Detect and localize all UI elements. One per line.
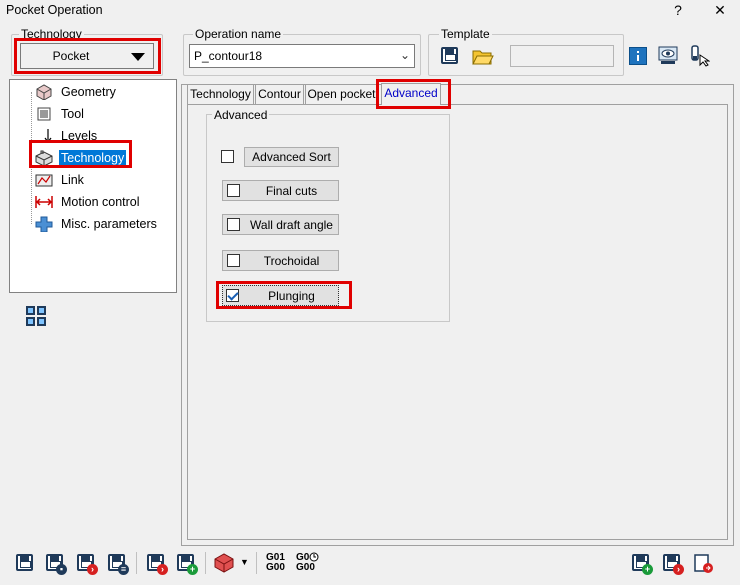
tree-item-motion-control[interactable]: Motion control: [34, 192, 142, 212]
title-bar: [0, 0, 740, 22]
technology-dropdown-value: Pocket: [52, 49, 90, 63]
wall-draft-angle-checkbox[interactable]: [227, 218, 240, 231]
advanced-sort-checkbox[interactable]: [221, 150, 234, 163]
advanced-sort-button[interactable]: Advanced Sort: [244, 147, 339, 167]
tree-item-label: Motion control: [61, 195, 140, 209]
window-title: Pocket Operation: [6, 3, 103, 17]
advanced-group-label: Advanced: [212, 108, 270, 122]
save-calculate-icon[interactable]: ▪: [44, 552, 67, 575]
tree-item-label: Tool: [61, 107, 84, 121]
preview-eye-icon[interactable]: [657, 45, 679, 67]
trochoidal-button[interactable]: Trochoidal: [222, 250, 339, 271]
technology-dropdown[interactable]: Pocket: [20, 43, 154, 69]
operation-name-value: P_contour18: [194, 49, 263, 63]
gcode-text: G01 G00: [266, 552, 285, 573]
tree-item-label: Misc. parameters: [61, 217, 157, 231]
tree-item-geometry[interactable]: Geometry: [34, 82, 118, 102]
plunging-highlight: [216, 281, 352, 309]
tab-contour[interactable]: Contour: [255, 84, 304, 104]
tab-open-pocket[interactable]: Open pocket: [305, 84, 378, 104]
simulate-dropdown-arrow-icon[interactable]: ▼: [240, 557, 249, 567]
close-button[interactable]: ✕: [710, 1, 730, 21]
tab-advanced-highlight: [376, 79, 451, 109]
save-new-right-icon[interactable]: +: [630, 552, 653, 575]
tool-icon: [34, 106, 54, 122]
save-new-icon[interactable]: +: [175, 552, 198, 575]
open-folder-icon[interactable]: [472, 46, 494, 66]
misc-parameters-icon: [34, 216, 54, 233]
toolbar-separator: [256, 552, 257, 574]
exit-icon[interactable]: [692, 552, 714, 574]
save-icon[interactable]: [14, 552, 36, 574]
save-exit-right-icon[interactable]: ›: [661, 552, 684, 575]
save-template-icon[interactable]: [440, 46, 460, 66]
wall-draft-angle-button[interactable]: Wall draft angle: [222, 214, 339, 235]
tree-item-label: Geometry: [61, 85, 116, 99]
trochoidal-checkbox[interactable]: [227, 254, 240, 267]
operation-name-combo[interactable]: P_contour18 ⌄: [189, 44, 415, 68]
help-button[interactable]: ?: [668, 1, 688, 21]
template-label: Template: [439, 27, 492, 41]
operation-tree: Geometry Tool Levels Technology Link Mot…: [9, 79, 177, 293]
gcode-time-icon[interactable]: G0 G00: [296, 552, 320, 574]
chevron-down-icon: ⌄: [399, 48, 410, 62]
wall-draft-angle-label: Wall draft angle: [250, 218, 333, 232]
pick-tool-icon[interactable]: [688, 45, 711, 67]
toolbar-separator: [205, 552, 206, 574]
link-icon: [34, 172, 54, 188]
save-list-icon[interactable]: ≡: [106, 552, 129, 575]
trochoidal-label: Trochoidal: [263, 254, 320, 268]
tree-item-tool[interactable]: Tool: [34, 104, 86, 124]
info-icon[interactable]: [629, 47, 647, 65]
dropdown-arrow-icon: [131, 53, 145, 61]
operation-name-label: Operation name: [193, 27, 284, 41]
gcode-icon[interactable]: G01 G00: [266, 552, 288, 574]
save-exit-icon[interactable]: ›: [75, 552, 98, 575]
tree-item-link[interactable]: Link: [34, 170, 86, 190]
toolbar-separator: [136, 552, 137, 574]
final-cuts-label: Final cuts: [265, 184, 318, 198]
motion-control-icon: [34, 194, 54, 210]
save-calc-exit-icon[interactable]: ›: [145, 552, 168, 575]
template-name-field[interactable]: [510, 45, 614, 67]
tree-item-label: Link: [61, 173, 84, 187]
grid-view-icon[interactable]: [25, 305, 47, 327]
geometry-icon: [34, 84, 54, 101]
tab-technology[interactable]: Technology: [187, 84, 254, 104]
final-cuts-checkbox[interactable]: [227, 184, 240, 197]
simulate-icon[interactable]: [213, 552, 235, 574]
final-cuts-button[interactable]: Final cuts: [222, 180, 339, 201]
tree-item-misc-parameters[interactable]: Misc. parameters: [34, 214, 159, 234]
tree-technology-highlight: [29, 140, 132, 168]
